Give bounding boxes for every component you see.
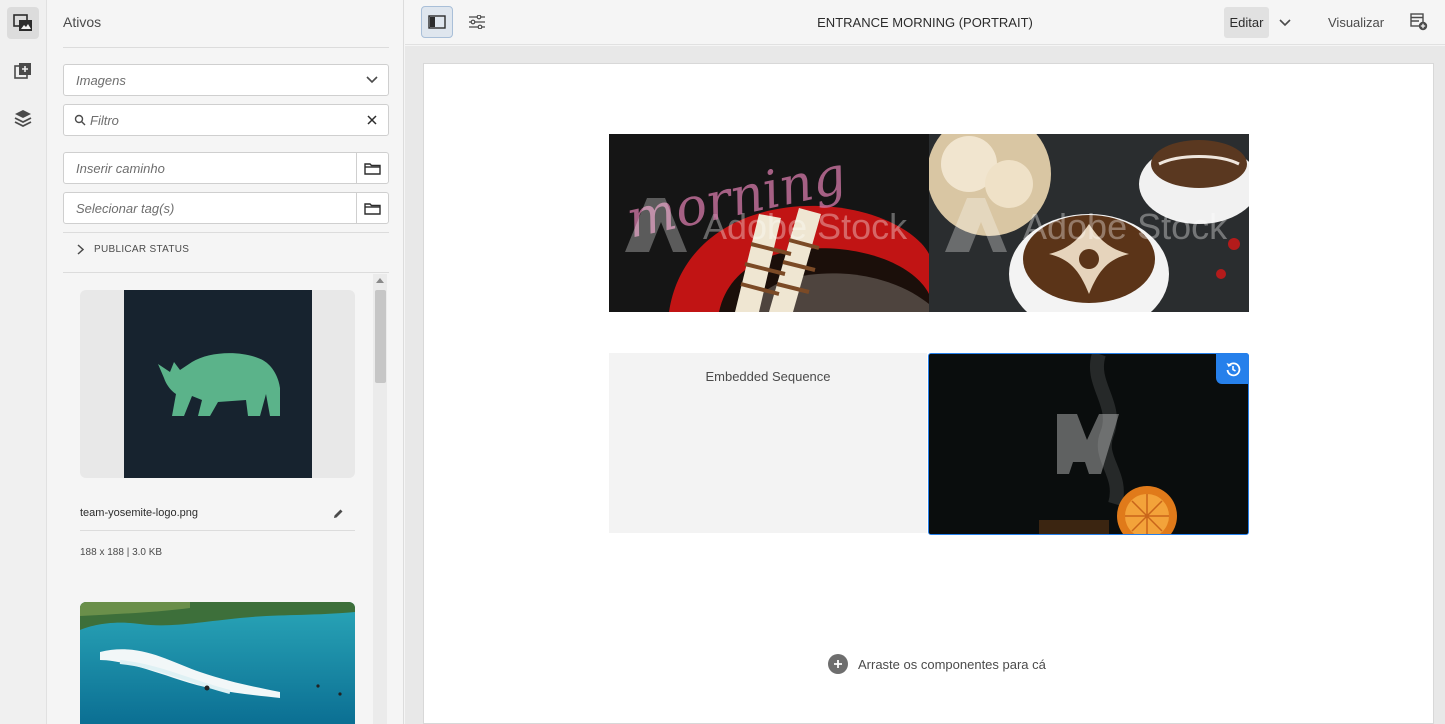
toggle-side-panel-button[interactable]	[421, 6, 453, 38]
components-tab-button[interactable]	[7, 55, 39, 87]
components-icon	[14, 63, 31, 79]
side-rail	[0, 0, 47, 724]
embedded-sequence-placeholder[interactable]: Embedded Sequence	[609, 353, 927, 533]
scrollbar-thumb[interactable]	[375, 290, 386, 383]
accordion-label: PUBLICAR STATUS	[94, 244, 190, 255]
tags-placeholder: Selecionar tag(s)	[76, 200, 175, 216]
page-properties-button[interactable]	[461, 6, 493, 38]
assets-panel: Ativos Imagens Filtro Inserir caminho Se…	[47, 0, 404, 724]
preview-button[interactable]: Visualizar	[1328, 15, 1384, 30]
watermark-text: Adobe Stock	[1023, 206, 1228, 247]
asset-card-surf[interactable]	[80, 602, 355, 724]
clear-icon[interactable]	[356, 115, 388, 125]
rhino-logo-icon	[158, 353, 280, 416]
folder-icon	[364, 162, 381, 175]
edit-asset-button[interactable]	[333, 506, 344, 524]
search-icon	[64, 114, 86, 126]
side-panel-icon	[428, 15, 446, 29]
tags-input[interactable]: Selecionar tag(s)	[63, 192, 389, 224]
mode-dropdown-button[interactable]	[1279, 14, 1291, 32]
add-layout-icon	[1410, 13, 1428, 31]
divider	[63, 272, 389, 273]
embedded-sequence-label: Embedded Sequence	[705, 369, 831, 384]
edit-mode-button[interactable]: Editar	[1224, 7, 1269, 38]
chevron-down-icon	[356, 76, 388, 84]
tea-photo	[929, 354, 1248, 534]
pencil-icon	[334, 509, 343, 518]
layers-icon	[14, 110, 32, 127]
chevron-right-icon	[77, 244, 84, 255]
filter-placeholder: Filtro	[90, 112, 119, 128]
assets-tab-button[interactable]	[7, 7, 39, 39]
adobe-logo-watermark	[625, 198, 687, 252]
filter-input[interactable]: Filtro	[63, 104, 389, 136]
asset-name: team-yosemite-logo.png	[80, 507, 199, 519]
divider	[80, 530, 355, 531]
publish-status-accordion[interactable]: PUBLICAR STATUS	[77, 244, 189, 255]
divider	[63, 47, 389, 48]
asset-meta: 188 x 188 | 3.0 KB	[80, 547, 163, 558]
assets-icon	[13, 14, 32, 31]
asset-type-value: Imagens	[76, 72, 126, 88]
sequence-image-morning[interactable]: Adobe Stock morning	[609, 134, 929, 312]
rotate-icon	[1226, 361, 1240, 376]
layers-tab-button[interactable]	[7, 102, 39, 134]
add-circle-icon	[828, 654, 848, 674]
asset-card-logo[interactable]	[80, 290, 355, 478]
sequence-image-latte[interactable]: Adobe Stock	[929, 134, 1249, 312]
path-input[interactable]: Inserir caminho	[63, 152, 389, 184]
editor-toolbar: ENTRANCE MORNING (PORTRAIT) Editar Visua…	[405, 0, 1445, 45]
path-placeholder: Inserir caminho	[76, 160, 165, 176]
chevron-down-icon	[1279, 19, 1291, 27]
emulator-button[interactable]	[1410, 13, 1428, 36]
settings-sliders-icon	[469, 15, 485, 29]
tags-browse-button[interactable]	[356, 193, 388, 223]
sequence-image-tea[interactable]	[928, 353, 1249, 535]
adobe-logo-watermark	[945, 198, 1007, 252]
component-dropzone[interactable]: Arraste os componentes para cá	[828, 654, 1046, 674]
asset-type-select[interactable]: Imagens	[63, 64, 389, 96]
image-reset-badge[interactable]	[1216, 353, 1249, 384]
scroll-up-arrow[interactable]	[376, 278, 384, 283]
dropzone-label: Arraste os componentes para cá	[858, 656, 1046, 672]
asset-thumbnail	[124, 290, 312, 478]
surf-photo	[80, 602, 355, 724]
path-browse-button[interactable]	[356, 153, 388, 183]
folder-icon	[364, 202, 381, 215]
panel-title: Ativos	[63, 14, 102, 30]
divider	[63, 232, 389, 233]
